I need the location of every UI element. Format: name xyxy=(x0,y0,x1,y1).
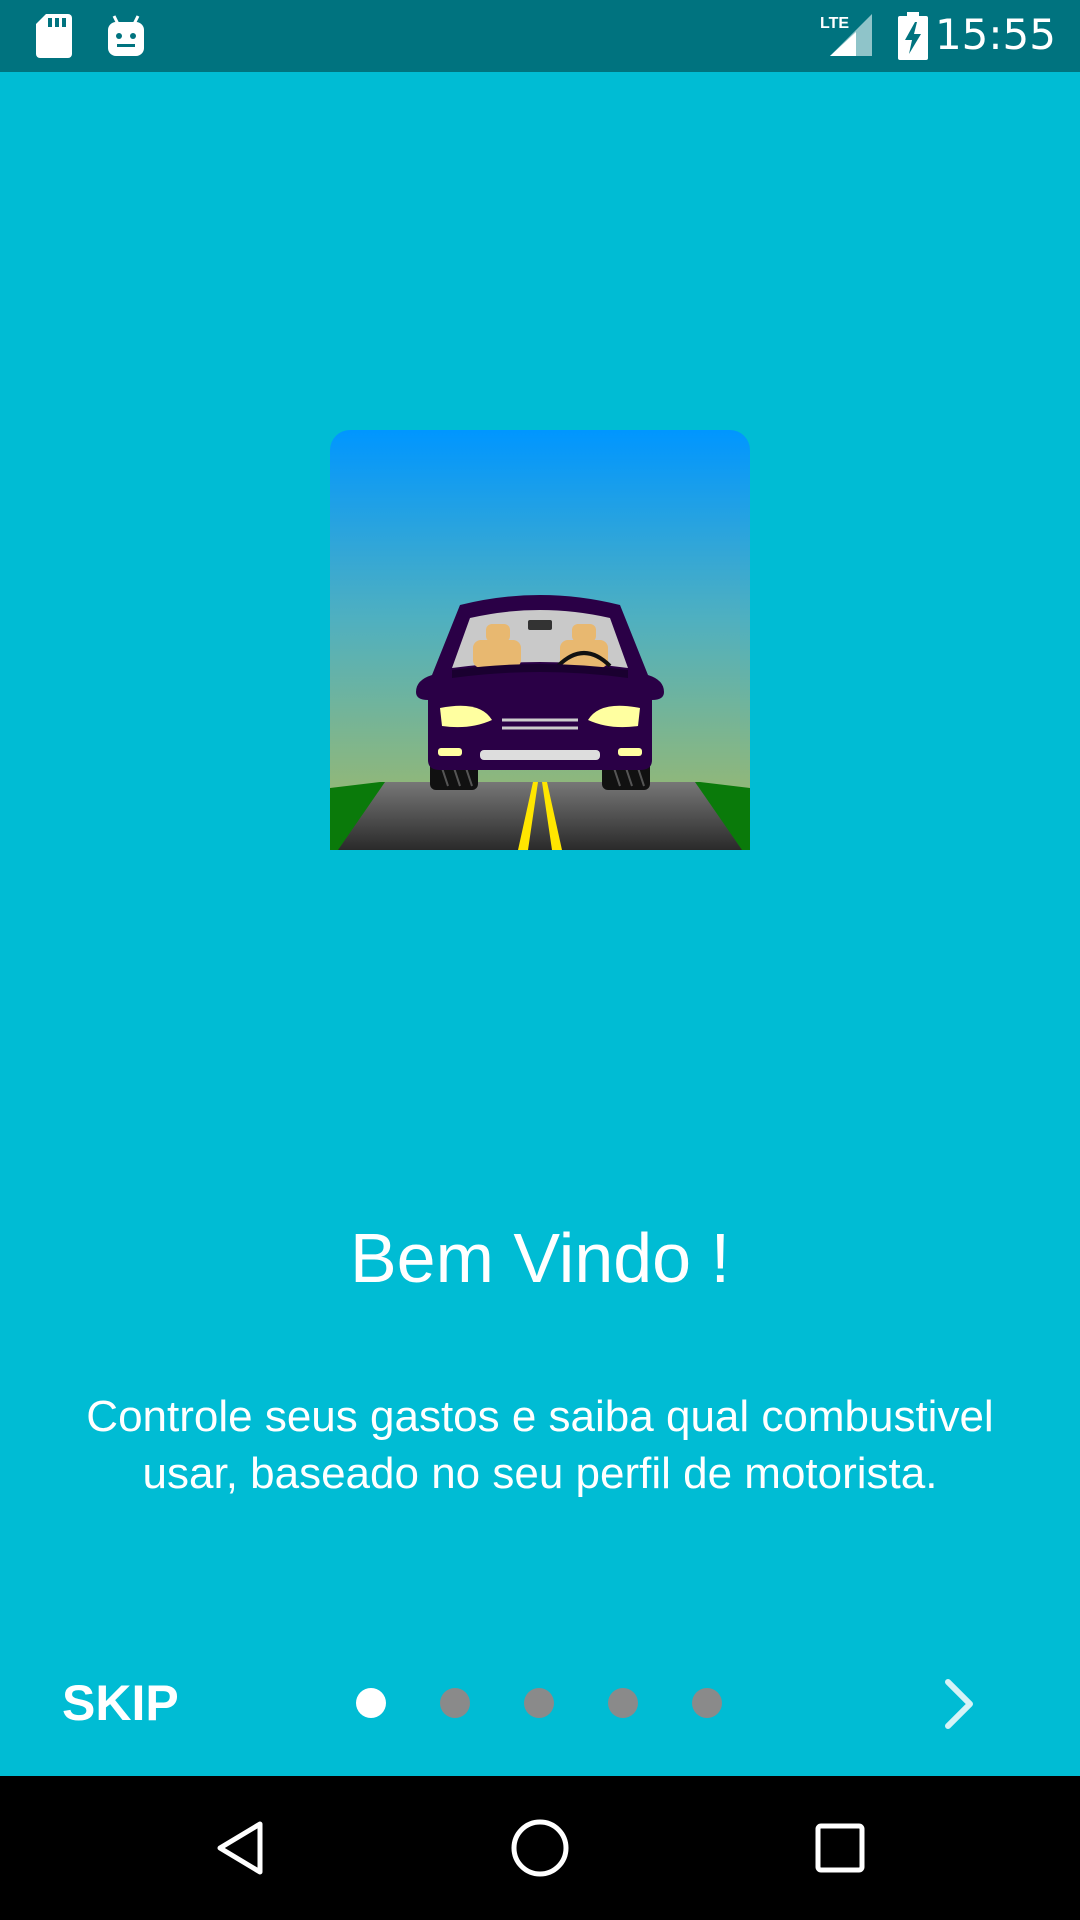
car-on-road-illustration xyxy=(330,430,750,850)
page-dot-2[interactable] xyxy=(440,1688,470,1718)
chevron-right-icon[interactable] xyxy=(940,1676,980,1732)
page-dot-4[interactable] xyxy=(608,1688,638,1718)
slide-title: Bem Vindo ! xyxy=(349,1219,731,1297)
slide-description: Controle seus gastos e saiba qual combus… xyxy=(86,1392,994,1498)
page-dot-5[interactable] xyxy=(692,1688,722,1718)
lte-signal-icon: LTE xyxy=(820,14,872,56)
home-icon[interactable] xyxy=(508,1816,572,1880)
svg-text:LTE: LTE xyxy=(820,15,849,32)
skip-button[interactable]: SKIP xyxy=(62,1674,179,1732)
android-icon xyxy=(108,15,144,56)
system-navigation-bar xyxy=(0,1776,1080,1920)
status-bar: LTE 15:55 xyxy=(0,0,1080,72)
page-dot-3[interactable] xyxy=(524,1688,554,1718)
sd-card-icon xyxy=(36,14,72,58)
recents-icon[interactable] xyxy=(808,1816,872,1880)
back-icon[interactable] xyxy=(208,1816,272,1880)
page-dot-1[interactable] xyxy=(356,1688,386,1718)
battery-charging-icon xyxy=(898,12,928,60)
status-time: 15:55 xyxy=(934,10,1056,59)
